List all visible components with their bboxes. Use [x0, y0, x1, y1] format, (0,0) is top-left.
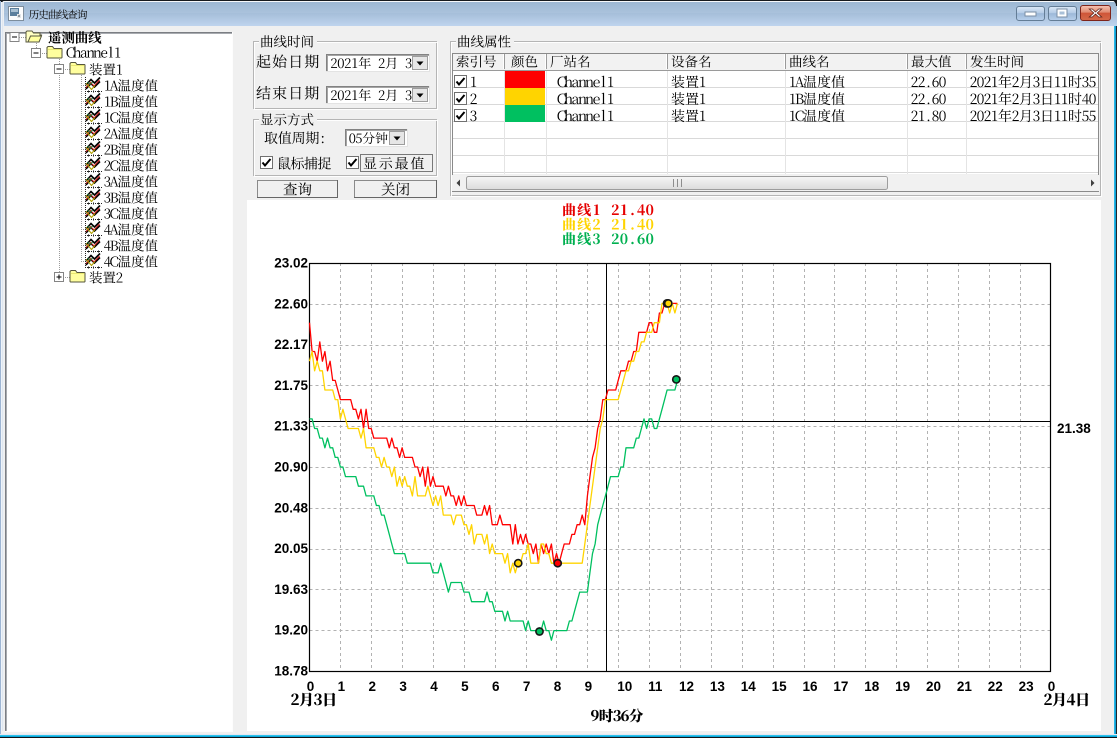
svg-text:20.48: 20.48 [274, 500, 308, 515]
svg-text:6: 6 [492, 679, 500, 694]
svg-text:0: 0 [307, 679, 315, 694]
svg-text:19.63: 19.63 [274, 582, 308, 597]
svg-text:20: 20 [926, 679, 941, 694]
svg-text:9: 9 [585, 679, 593, 694]
svg-text:1: 1 [338, 679, 346, 694]
svg-text:16: 16 [803, 679, 819, 694]
svg-text:18.78: 18.78 [274, 664, 308, 679]
svg-text:14: 14 [741, 679, 757, 694]
svg-text:12: 12 [679, 679, 694, 694]
svg-text:15: 15 [772, 679, 788, 694]
svg-text:19: 19 [895, 679, 910, 694]
svg-text:20.05: 20.05 [274, 541, 308, 556]
svg-text:17: 17 [833, 679, 848, 694]
svg-text:20.90: 20.90 [274, 460, 308, 475]
svg-text:10: 10 [617, 679, 632, 694]
svg-text:22.17: 22.17 [274, 337, 308, 352]
svg-text:18: 18 [864, 679, 880, 694]
svg-text:21.33: 21.33 [274, 419, 308, 434]
svg-text:3: 3 [399, 679, 407, 694]
svg-text:5: 5 [461, 679, 469, 694]
svg-text:19.20: 19.20 [274, 623, 308, 638]
svg-text:22.60: 22.60 [274, 296, 308, 311]
svg-text:21.75: 21.75 [274, 378, 308, 393]
svg-text:4: 4 [430, 679, 438, 694]
svg-text:2: 2 [368, 679, 376, 694]
svg-text:23.02: 23.02 [274, 256, 308, 271]
svg-text:13: 13 [710, 679, 726, 694]
svg-text:21.38: 21.38 [1057, 421, 1091, 436]
svg-text:23: 23 [1019, 679, 1035, 694]
svg-text:11: 11 [648, 679, 663, 694]
svg-text:22: 22 [988, 679, 1003, 694]
svg-text:7: 7 [523, 679, 531, 694]
svg-text:8: 8 [554, 679, 562, 694]
svg-text:0: 0 [1048, 679, 1056, 694]
svg-text:21: 21 [957, 679, 973, 694]
